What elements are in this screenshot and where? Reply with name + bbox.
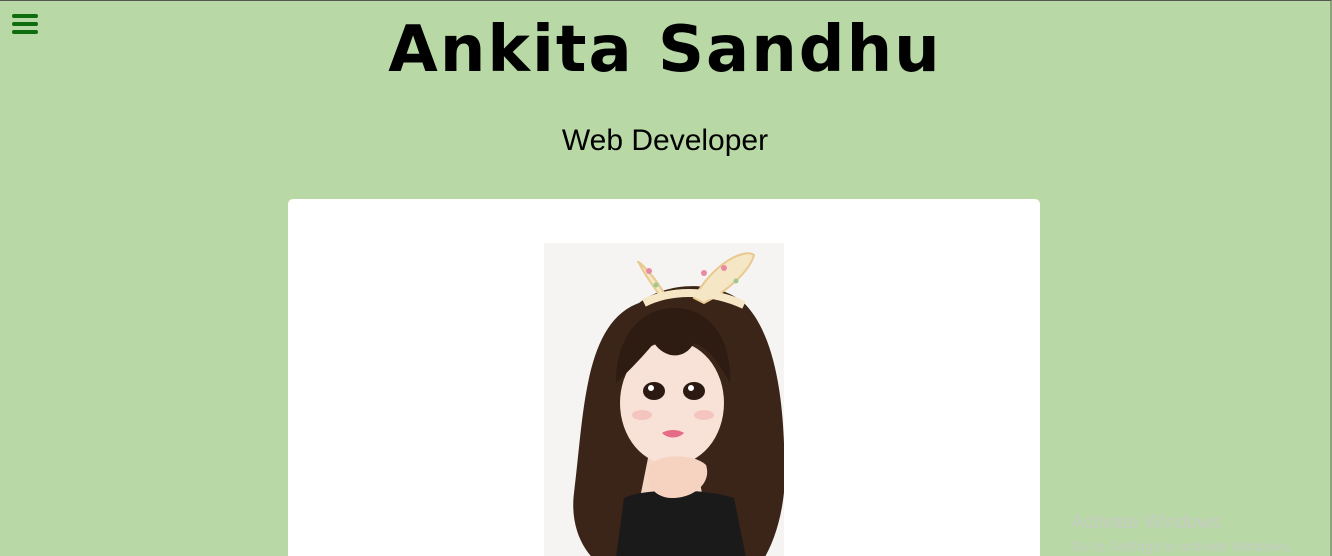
profile-portrait-image [544,243,784,556]
role-subtitle: Web Developer [561,124,769,157]
portrait-illustration [573,252,784,556]
windows-activation-watermark: Activate Windows Go to Settings to activ… [1071,511,1292,555]
watermark-subtitle: Go to Settings to activate Windows. [1071,538,1292,554]
profile-card [288,199,1040,556]
watermark-title: Activate Windows [1071,512,1221,533]
site-title: Ankita Sandhu [388,13,942,87]
page: Ankita Sandhu Web Developer Activate Win… [0,0,1332,556]
